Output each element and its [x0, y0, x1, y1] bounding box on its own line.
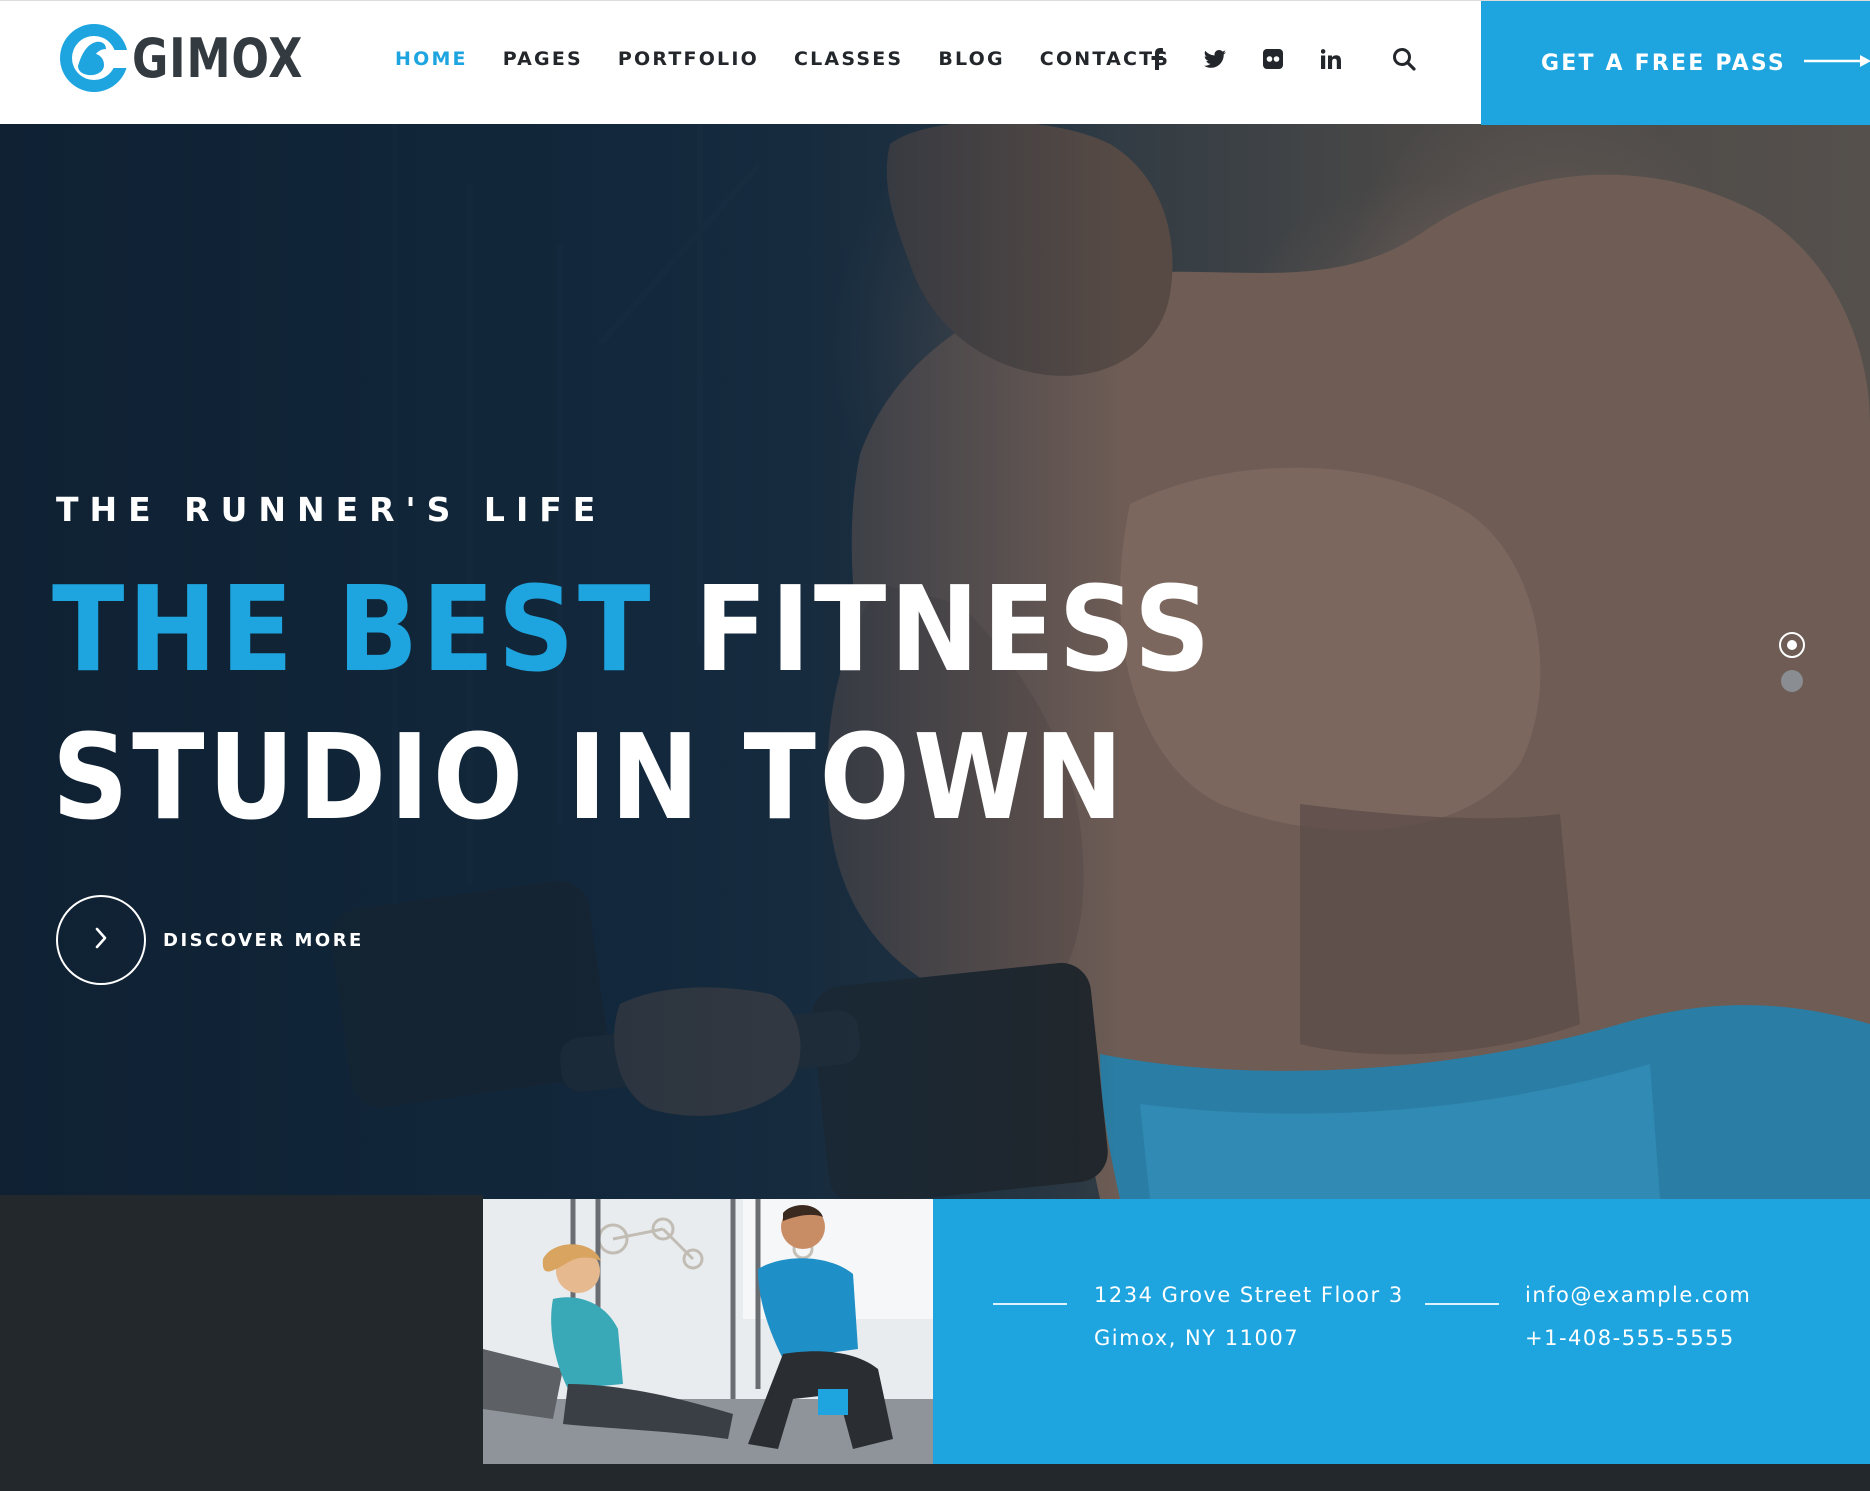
- contact-email[interactable]: info@example.com: [1525, 1283, 1751, 1307]
- facebook-icon[interactable]: [1128, 44, 1186, 74]
- twitter-icon[interactable]: [1186, 44, 1244, 74]
- search-icon[interactable]: [1386, 41, 1422, 77]
- site-logo[interactable]: GIMOX: [58, 13, 341, 103]
- flickr-icon[interactable]: [1244, 44, 1302, 74]
- contact-phone[interactable]: +1-408-555-5555: [1525, 1326, 1735, 1350]
- contact-info-panel: 1234 Grove Street Floor 3 Gimox, NY 1100…: [933, 1199, 1870, 1464]
- address-line-2: Gimox, NY 11007: [1094, 1326, 1300, 1350]
- hero-headline-highlight: THE BEST: [52, 560, 655, 698]
- social-links: [1128, 1, 1360, 117]
- hero-headline-line1: THE BEST FITNESS: [52, 555, 1214, 703]
- nav-item-home[interactable]: HOME: [395, 48, 468, 70]
- nav-item-portfolio[interactable]: PORTFOLIO: [618, 48, 759, 70]
- brand-name: GIMOX: [132, 26, 304, 90]
- address-line-1: 1234 Grove Street Floor 3: [1094, 1283, 1404, 1307]
- main-navigation: HOME PAGES PORTFOLIO CLASSES BLOG CONTAC…: [395, 1, 1205, 117]
- cta-label: GET A FREE PASS: [1541, 50, 1786, 76]
- chevron-right-icon: [94, 927, 108, 954]
- site-header: GIMOX HOME PAGES PORTFOLIO CLASSES BLOG …: [0, 0, 1870, 125]
- flexed-arm-logo-icon: [58, 22, 132, 94]
- trainer-class-photo: [483, 1199, 933, 1464]
- slide-dot-1-inner: [1787, 640, 1797, 650]
- slider-pagination: [1779, 632, 1805, 704]
- contact-divider-1: [993, 1303, 1067, 1305]
- discover-more-button[interactable]: DISCOVER MORE: [56, 895, 364, 985]
- hero-headline: THE BEST FITNESS STUDIO IN TOWN: [52, 555, 1214, 851]
- contact-divider-2: [1425, 1303, 1499, 1305]
- nav-item-classes[interactable]: CLASSES: [794, 48, 903, 70]
- hero-floor-band: [0, 1195, 483, 1339]
- discover-more-label: DISCOVER MORE: [163, 929, 364, 951]
- slide-dot-2[interactable]: [1781, 670, 1803, 692]
- slide-dot-1[interactable]: [1779, 632, 1805, 658]
- get-free-pass-button[interactable]: GET A FREE PASS: [1481, 1, 1870, 125]
- linkedin-icon[interactable]: [1302, 44, 1360, 74]
- discover-circle: [56, 895, 146, 985]
- nav-item-pages[interactable]: PAGES: [503, 48, 583, 70]
- arrow-right-icon: [1803, 54, 1870, 73]
- hero-headline-line2: STUDIO IN TOWN: [52, 708, 1127, 846]
- nav-item-blog[interactable]: BLOG: [938, 48, 1004, 70]
- hero-kicker: THE RUNNER'S LIFE: [56, 490, 607, 529]
- hero-headline-rest: FITNESS: [654, 560, 1214, 698]
